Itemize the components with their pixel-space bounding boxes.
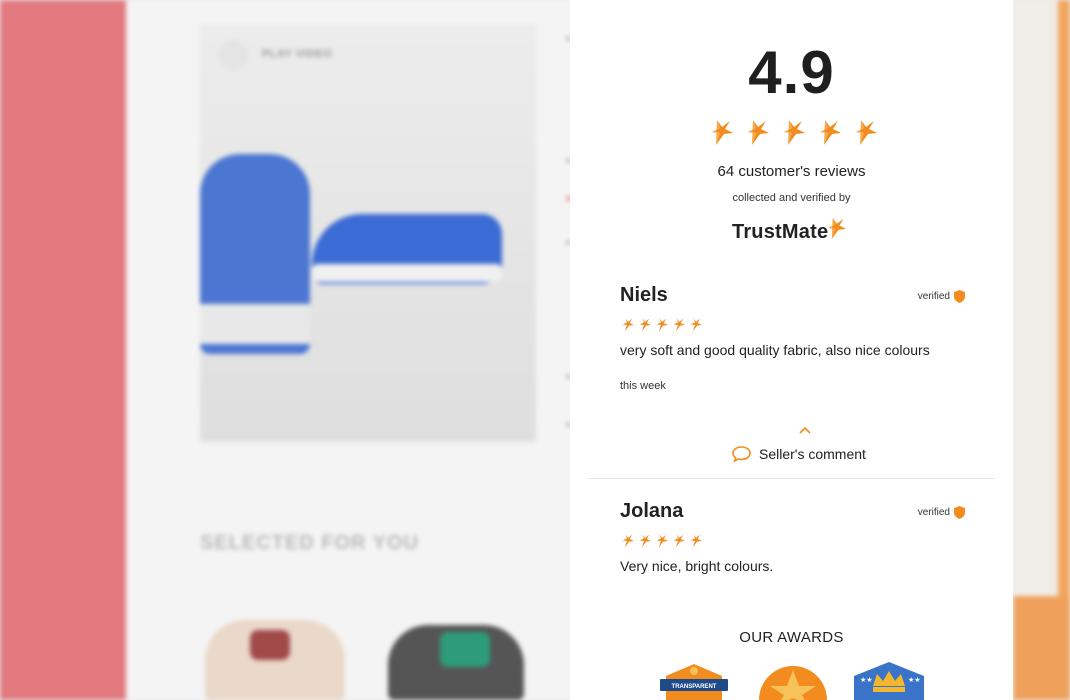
awards-row: TRANSPARENT ★★ ★★ (658, 660, 928, 700)
star-icon (622, 318, 634, 332)
collected-verified-text: collected and verified by (732, 192, 851, 204)
divider (588, 478, 995, 479)
star-icon (816, 118, 842, 148)
reviewer-name: Jolana (620, 500, 684, 522)
review-time: this week (620, 380, 666, 392)
reviewer-name: Niels (620, 284, 668, 306)
verified-label: verified (917, 291, 950, 302)
star-icon (852, 118, 878, 148)
crown-award-icon[interactable]: ★★ ★★ (850, 660, 928, 700)
verified-badge: verified (918, 506, 965, 519)
star-award-icon[interactable] (758, 664, 828, 700)
left-color-strip (0, 0, 126, 700)
shield-icon (954, 290, 965, 303)
shoe-sole (312, 264, 502, 282)
star-icon (690, 534, 702, 548)
star-icon (639, 534, 651, 548)
product-video[interactable]: PLAY VIDEO (200, 24, 536, 442)
shoe-accent (250, 630, 290, 660)
shoe-accent (440, 632, 490, 667)
review-text: Very nice, bright colours. (620, 558, 774, 574)
logo-text: TrustMate (732, 221, 829, 243)
play-video-label[interactable]: PLAY VIDEO (262, 48, 332, 60)
transparent-award-icon[interactable]: TRANSPARENT (658, 662, 730, 700)
star-icon (690, 318, 702, 332)
reviews-count: 64 customer's reviews (717, 163, 866, 180)
review-item: Jolana verified Very nice, bright colour… (620, 500, 965, 574)
right-orange-strip (1058, 0, 1070, 700)
rating-score: 4.9 (748, 39, 835, 106)
logo-star-icon (828, 217, 847, 239)
star-icon (656, 534, 668, 548)
star-icon (744, 118, 770, 148)
review-stars (620, 317, 965, 332)
review-item: Niels verified very soft and good qualit… (620, 284, 965, 392)
awards-title: OUR AWARDS (739, 629, 844, 646)
review-text: very soft and good quality fabric, also … (620, 342, 930, 358)
shoe-sole (200, 304, 310, 344)
seller-comment-toggle[interactable]: Seller's comment (732, 446, 866, 462)
selected-for-you-title: SELECTED FOR YOU (200, 532, 419, 554)
star-icon (673, 318, 685, 332)
rating-stars (708, 118, 878, 148)
reviews-widget: 4.9 64 customer's reviews collected and … (570, 0, 1013, 700)
star-icon (708, 118, 734, 148)
verified-badge: verified (918, 290, 965, 303)
comment-icon (732, 446, 751, 462)
star-icon (673, 534, 685, 548)
review-stars (620, 533, 965, 548)
play-video-icon[interactable] (218, 40, 248, 70)
star-icon (639, 318, 651, 332)
star-icon (780, 118, 806, 148)
svg-text:★★: ★★ (908, 676, 921, 684)
star-icon (656, 318, 668, 332)
right-orange-block (1013, 596, 1070, 700)
award-label: TRANSPARENT (672, 684, 717, 690)
seller-comment-label: Seller's comment (759, 446, 866, 462)
shield-icon (954, 506, 965, 519)
star-icon (622, 534, 634, 548)
chevron-up-icon[interactable] (799, 426, 811, 435)
verified-label: verified (917, 507, 950, 518)
svg-text:★★: ★★ (860, 676, 873, 684)
trustmate-logo[interactable]: TrustMate (732, 214, 847, 244)
